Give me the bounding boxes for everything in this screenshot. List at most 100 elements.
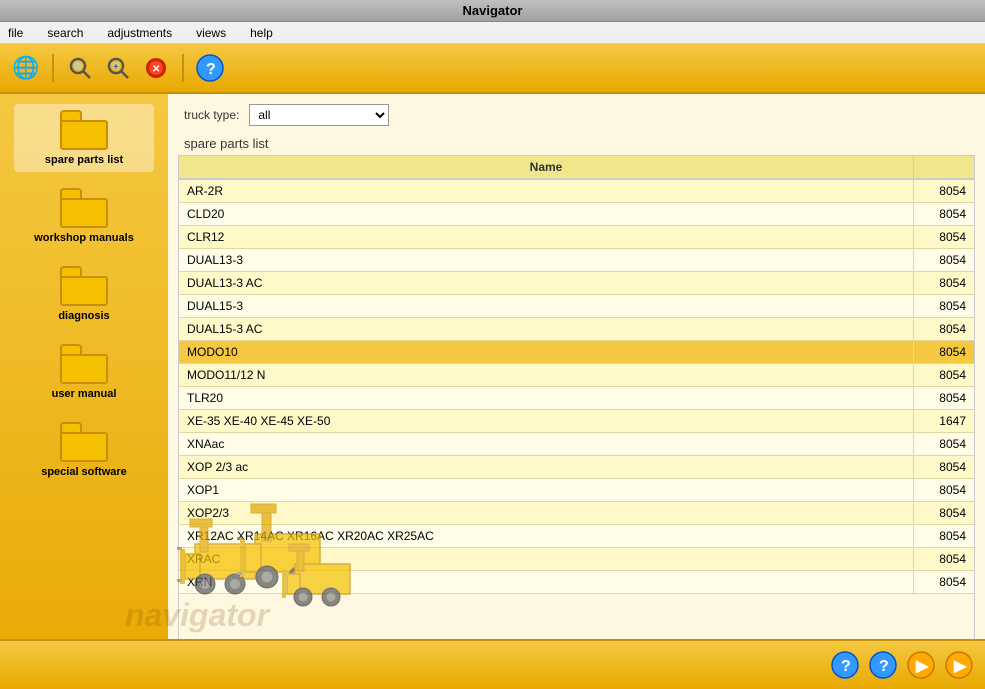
- help-button[interactable]: ?: [194, 52, 226, 84]
- table-cell-code: 8054: [914, 295, 974, 317]
- sidebar-item-workshop-manuals[interactable]: workshop manuals: [14, 182, 154, 250]
- menu-adjustments[interactable]: adjustments: [103, 24, 176, 42]
- table-cell-code: 8054: [914, 203, 974, 225]
- bottom-btn-4[interactable]: ▶: [943, 649, 975, 681]
- toolbar-separator-1: [52, 54, 54, 82]
- table-row[interactable]: MODO11/12 N8054: [179, 364, 974, 387]
- main-content: spare parts list workshop manuals diagno…: [0, 94, 985, 689]
- title-bar: Navigator: [0, 0, 985, 22]
- table-cell-code: 1647: [914, 410, 974, 432]
- search-button-1[interactable]: [64, 52, 96, 84]
- sidebar-item-user-manual[interactable]: user manual: [14, 338, 154, 406]
- table-cell-name: XRN: [179, 571, 914, 593]
- table-cell-code: 8054: [914, 456, 974, 478]
- table-cell-code: 8054: [914, 249, 974, 271]
- sidebar-item-special-software[interactable]: special software: [14, 416, 154, 484]
- bottom-nav-icon-1: ▶: [907, 651, 935, 679]
- truck-type-select[interactable]: all XE XOP XR CLR DUAL TLR: [249, 104, 389, 126]
- table-row[interactable]: TLR208054: [179, 387, 974, 410]
- svg-text:▶: ▶: [915, 658, 929, 675]
- table-row[interactable]: XOP 2/3 ac8054: [179, 456, 974, 479]
- table-cell-code: 8054: [914, 318, 974, 340]
- search-button-2[interactable]: +: [102, 52, 134, 84]
- toolbar: 🌐 + ✕ ?: [0, 44, 985, 94]
- table-row[interactable]: XNAac8054: [179, 433, 974, 456]
- table-row[interactable]: XOP2/38054: [179, 502, 974, 525]
- folder-icon-workshop: [60, 188, 108, 228]
- table-header: Name: [179, 156, 974, 180]
- menu-search[interactable]: search: [43, 24, 87, 42]
- sidebar-item-spare-parts[interactable]: spare parts list: [14, 104, 154, 172]
- bottom-bar: ? ? ▶ ▶: [0, 639, 985, 689]
- table-row[interactable]: XRAC8054: [179, 548, 974, 571]
- search-icon: [68, 56, 92, 80]
- table-cell-name: TLR20: [179, 387, 914, 409]
- sidebar-label-spare-parts: spare parts list: [45, 154, 123, 166]
- table-cell-name: MODO11/12 N: [179, 364, 914, 386]
- table-row[interactable]: XRN8054: [179, 571, 974, 594]
- menu-file[interactable]: file: [4, 24, 27, 42]
- table-row[interactable]: XOP18054: [179, 479, 974, 502]
- menu-help[interactable]: help: [246, 24, 277, 42]
- table-row[interactable]: CLR128054: [179, 226, 974, 249]
- table-row[interactable]: DUAL13-38054: [179, 249, 974, 272]
- table-cell-name: XOP1: [179, 479, 914, 501]
- search-plus-icon: +: [106, 56, 130, 80]
- table-row[interactable]: AR-2R8054: [179, 180, 974, 203]
- stop-button[interactable]: ✕: [140, 52, 172, 84]
- sidebar-label-user-manual: user manual: [52, 388, 117, 400]
- sidebar-item-diagnosis[interactable]: diagnosis: [14, 260, 154, 328]
- table-cell-code: 8054: [914, 571, 974, 593]
- globe-button[interactable]: 🌐: [10, 52, 42, 84]
- table-cell-code: 8054: [914, 387, 974, 409]
- table-cell-name: XR12AC XR14AC XR16AC XR20AC XR25AC: [179, 525, 914, 547]
- menu-bar: file search adjustments views help: [0, 22, 985, 44]
- sidebar-label-diagnosis: diagnosis: [58, 310, 109, 322]
- table-cell-code: 8054: [914, 433, 974, 455]
- folder-icon-user-manual: [60, 344, 108, 384]
- bottom-help-icon-1: ?: [831, 651, 859, 679]
- menu-views[interactable]: views: [192, 24, 230, 42]
- sidebar-label-special-software: special software: [41, 466, 127, 478]
- title-text: Navigator: [463, 3, 523, 18]
- table-row[interactable]: DUAL15-3 AC8054: [179, 318, 974, 341]
- sidebar: spare parts list workshop manuals diagno…: [0, 94, 168, 689]
- table-cell-code: 8054: [914, 180, 974, 202]
- folder-icon-spare-parts: [60, 110, 108, 150]
- stop-icon: ✕: [144, 56, 168, 80]
- table-cell-name: XNAac: [179, 433, 914, 455]
- table-cell-code: 8054: [914, 226, 974, 248]
- header-name: Name: [179, 156, 914, 178]
- table-cell-name: CLR12: [179, 226, 914, 248]
- table-cell-name: DUAL13-3: [179, 249, 914, 271]
- svg-text:?: ?: [841, 658, 851, 675]
- table-cell-name: XOP2/3: [179, 502, 914, 524]
- table-cell-code: 8054: [914, 548, 974, 570]
- sidebar-label-workshop: workshop manuals: [34, 232, 134, 244]
- table-row[interactable]: MODO108054: [179, 341, 974, 364]
- table-row[interactable]: CLD208054: [179, 203, 974, 226]
- bottom-btn-3[interactable]: ▶: [905, 649, 937, 681]
- toolbar-separator-2: [182, 54, 184, 82]
- table-cell-code: 8054: [914, 364, 974, 386]
- help-icon: ?: [196, 54, 224, 82]
- table-row[interactable]: XE-35 XE-40 XE-45 XE-501647: [179, 410, 974, 433]
- table-cell-name: AR-2R: [179, 180, 914, 202]
- table-row[interactable]: XR12AC XR14AC XR16AC XR20AC XR25AC8054: [179, 525, 974, 548]
- svg-text:+: +: [113, 62, 119, 73]
- header-code: [914, 156, 974, 178]
- table-cell-code: 8054: [914, 479, 974, 501]
- bottom-btn-2[interactable]: ?: [867, 649, 899, 681]
- folder-icon-diagnosis: [60, 266, 108, 306]
- table-row[interactable]: DUAL15-38054: [179, 295, 974, 318]
- section-label: spare parts list: [168, 132, 985, 155]
- table-body: AR-2R8054CLD208054CLR128054DUAL13-38054D…: [179, 180, 974, 594]
- table-cell-code: 8054: [914, 341, 974, 363]
- table-cell-code: 8054: [914, 502, 974, 524]
- table-row[interactable]: DUAL13-3 AC8054: [179, 272, 974, 295]
- folder-icon-special-software: [60, 422, 108, 462]
- svg-text:✕: ✕: [152, 64, 160, 75]
- bottom-btn-1[interactable]: ?: [829, 649, 861, 681]
- svg-text:?: ?: [206, 61, 216, 78]
- table-cell-name: XRAC: [179, 548, 914, 570]
